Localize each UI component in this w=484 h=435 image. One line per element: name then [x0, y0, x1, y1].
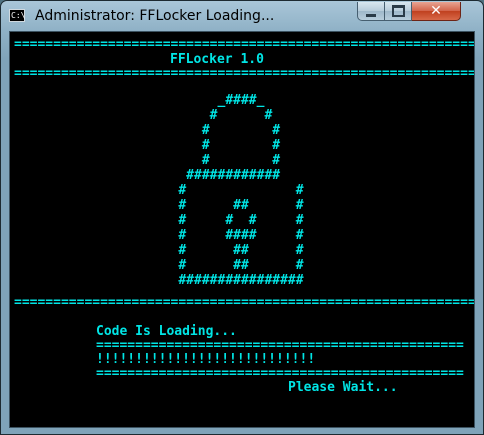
maximize-icon [391, 5, 405, 17]
console-app-icon[interactable]: C:\ [9, 9, 25, 22]
lock-art-line: # # [14, 153, 281, 168]
lock-art-line: # # [14, 138, 281, 153]
lock-art-line: # # [14, 108, 273, 123]
lock-art-line: # ## # [14, 258, 304, 273]
lock-art-line: _####_ [14, 93, 265, 108]
title-bar[interactable]: C:\ Administrator: FFLocker Loading... ✕ [1, 1, 483, 31]
console-heading: FFLocker 1.0 [170, 52, 264, 67]
separator-line: ========================================… [14, 37, 475, 52]
maximize-button[interactable] [385, 2, 412, 21]
console-window: C:\ Administrator: FFLocker Loading... ✕… [0, 0, 484, 435]
separator-line: ========================================… [14, 66, 475, 81]
window-title: Administrator: FFLocker Loading... [35, 8, 275, 24]
close-button[interactable]: ✕ [412, 2, 461, 21]
lock-art-line: # #### # [14, 228, 304, 243]
progress-border-bottom: ========================================… [96, 366, 464, 381]
lock-art-line: # # [14, 123, 281, 138]
console-output[interactable]: ========================================… [9, 31, 475, 428]
lock-art-line: ############ [14, 168, 281, 183]
lock-art-line: # # # # [14, 213, 304, 228]
lock-art-line: # ## # [14, 243, 304, 258]
separator-line: ========================================… [14, 295, 475, 310]
minimize-icon [366, 13, 376, 17]
please-wait-text: Please Wait... [288, 380, 398, 395]
progress-bar: !!!!!!!!!!!!!!!!!!!!!!!!!!!! [96, 352, 316, 367]
lock-art-line: ################ [14, 273, 304, 288]
progress-border-top: ========================================… [96, 338, 464, 353]
close-icon: ✕ [430, 3, 442, 19]
loading-label: Code Is Loading... [96, 324, 237, 339]
minimize-button[interactable] [357, 2, 385, 21]
lock-art-line: # ## # [14, 198, 304, 213]
lock-art-line: # # [14, 183, 304, 198]
